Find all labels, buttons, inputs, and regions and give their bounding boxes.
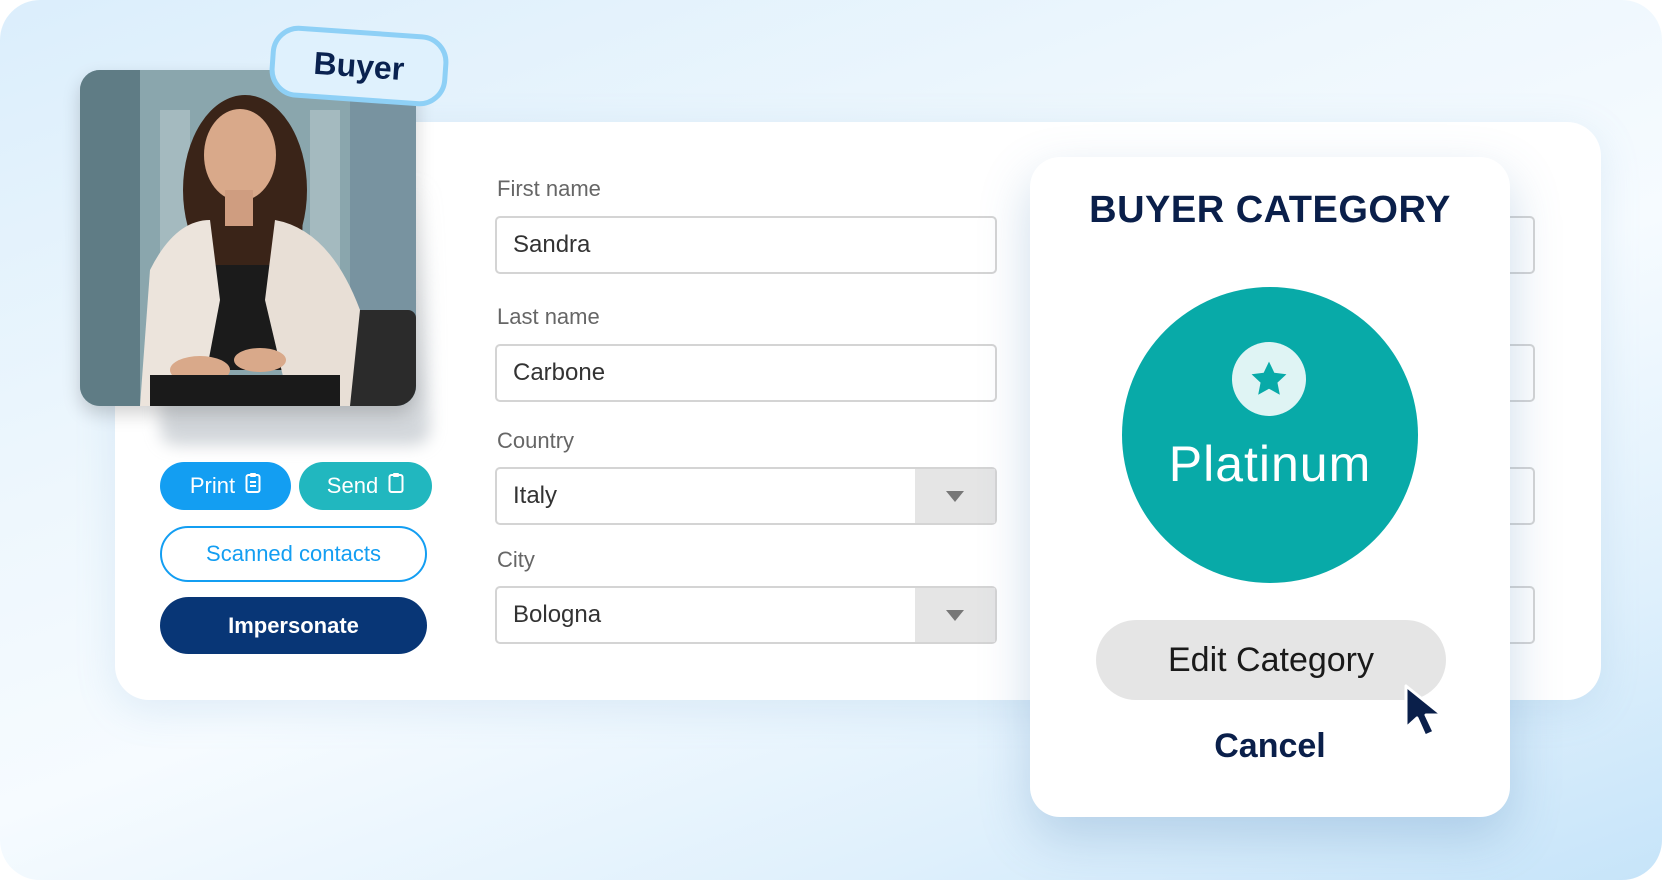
role-badge: Buyer (267, 23, 451, 109)
last-name-input[interactable]: Carbone (495, 344, 997, 402)
city-label: City (497, 547, 535, 572)
last-name-value: Carbone (513, 359, 606, 386)
tier-name: Platinum (1168, 436, 1372, 492)
send-button-label: Send (326, 473, 379, 498)
city-select[interactable]: Bologna (495, 586, 997, 644)
send-badge-icon (388, 472, 404, 500)
print-badge-icon (245, 472, 261, 500)
city-dropdown-toggle[interactable] (915, 588, 995, 642)
scanned-contacts-button[interactable]: Scanned contacts (160, 526, 427, 582)
print-button[interactable]: Print (160, 462, 291, 510)
country-value: Italy (513, 482, 558, 509)
edit-category-button[interactable]: Edit Category (1096, 620, 1446, 700)
send-button[interactable]: Send (299, 462, 432, 510)
profile-photo (80, 70, 416, 406)
first-name-label: First name (497, 176, 601, 201)
country-select[interactable]: Italy (495, 467, 997, 525)
last-name-label: Last name (497, 304, 600, 329)
city-value: Bologna (513, 601, 602, 628)
chevron-down-icon (946, 609, 964, 621)
print-button-label: Print (189, 473, 236, 498)
chevron-down-icon (946, 490, 964, 502)
first-name-value: Sandra (513, 231, 591, 258)
mouse-cursor-icon (1404, 684, 1448, 743)
impersonate-button[interactable]: Impersonate (160, 597, 427, 654)
country-dropdown-toggle[interactable] (915, 469, 995, 523)
country-label: Country (497, 428, 575, 453)
star-icon (1232, 342, 1306, 416)
tier-badge: Platinum (1122, 287, 1418, 583)
first-name-input[interactable]: Sandra (495, 216, 997, 274)
modal-title: BUYER CATEGORY (1089, 189, 1451, 231)
